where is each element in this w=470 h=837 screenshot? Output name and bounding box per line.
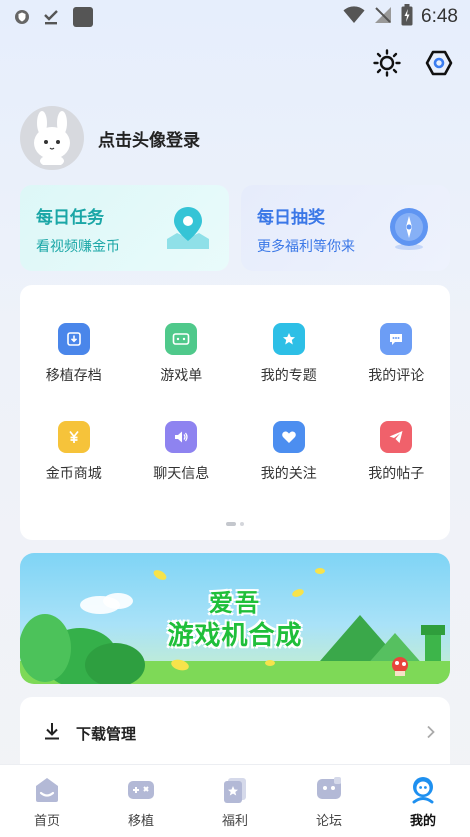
grid-item-label: 我的评论 [368,368,425,384]
daily-lottery-card[interactable]: 每日抽奖 更多福利等你来 [241,185,450,271]
send-icon [380,421,413,453]
download-management-row[interactable]: 下载管理 [42,721,436,745]
nav-label: 福利 [221,814,248,829]
grid-item-port-save[interactable]: 移植存档 [20,323,128,385]
download-management-label: 下载管理 [76,724,137,743]
grid-item-my-posts[interactable]: 我的帖子 [343,421,451,483]
nav-port[interactable]: 移植 [94,765,188,837]
nav-mine[interactable]: 我的 [376,765,470,837]
download-icon [42,721,62,745]
grid-item-my-topics[interactable]: 我的专题 [235,323,343,385]
home-icon [36,778,58,802]
grid-item-label: 我的关注 [260,466,317,482]
feature-cards: 每日任务 看视频赚金币 每日抽奖 更多福利等你来 [20,185,450,271]
settings-hexagon-icon[interactable] [424,48,454,78]
pager-dot-active [226,522,236,526]
topic-star-icon [272,323,305,355]
coin-shop-icon [57,421,90,453]
forum-icon [317,777,341,799]
map-pin-icon [163,205,213,251]
bottom-nav: 首页 移植 福利 论坛 我的 [0,764,470,837]
pager-dot [240,522,244,526]
grid-item-game-list[interactable]: 游戏单 [128,323,236,385]
grid-item-label: 移植存档 [45,368,102,384]
comment-icon [380,323,413,355]
login-prompt[interactable]: 点击头像登录 [98,126,200,151]
game-list-icon [165,323,198,355]
nav-home[interactable]: 首页 [0,765,94,837]
grid-item-label: 游戏单 [160,368,203,384]
nav-welfare[interactable]: 福利 [188,765,282,837]
nav-label: 我的 [409,814,436,829]
app-square-icon [72,6,94,32]
grid-item-label: 金币商城 [45,466,102,482]
grid-item-label: 聊天信息 [153,466,210,482]
profile-icon [412,777,434,804]
grid-item-my-follows[interactable]: 我的关注 [235,421,343,483]
no-signal-icon [373,5,393,29]
status-bar: 6:48 [0,0,470,34]
grid-item-my-comments[interactable]: 我的评论 [343,323,451,385]
download-done-icon [42,8,60,30]
banner-title-line2: 游戏机合成 [167,621,303,651]
brightness-icon[interactable] [372,48,402,78]
save-archive-icon [57,323,90,355]
profile-row[interactable]: 点击头像登录 [20,106,200,170]
nav-label: 论坛 [315,814,342,829]
gift-card-icon [224,778,246,803]
battery-charging-icon [401,4,413,30]
gamepad-icon [128,781,154,799]
wifi-icon [343,6,365,28]
grid-item-chat-info[interactable]: 聊天信息 [128,421,236,483]
heart-icon [272,421,305,453]
compass-icon [384,205,434,251]
nav-label: 移植 [127,814,154,829]
banner-title-line1: 爱吾 [209,589,261,617]
nav-forum[interactable]: 论坛 [282,765,376,837]
feature-grid-panel: 移植存档 游戏单 我的专题 我的评论 金币商城 聊天信息 我的关注 我的帖子 [20,285,450,540]
status-time: 6:48 [421,6,458,27]
grid-pager [226,522,244,526]
promo-banner[interactable]: 爱吾 游戏机合成 [20,553,450,684]
nav-label: 首页 [33,814,60,829]
daily-task-card[interactable]: 每日任务 看视频赚金币 [20,185,229,271]
header-actions [372,48,454,78]
grid-item-coin-shop[interactable]: 金币商城 [20,421,128,483]
speaker-icon [165,421,198,453]
grid-item-label: 我的帖子 [368,466,425,482]
rabbit-avatar-icon [34,111,70,165]
chevron-right-icon [426,724,436,743]
avatar[interactable] [20,106,84,170]
grid-item-label: 我的专题 [260,368,317,384]
feature-grid: 移植存档 游戏单 我的专题 我的评论 金币商城 聊天信息 我的关注 我的帖子 [20,323,450,483]
shield-icon [14,9,30,29]
